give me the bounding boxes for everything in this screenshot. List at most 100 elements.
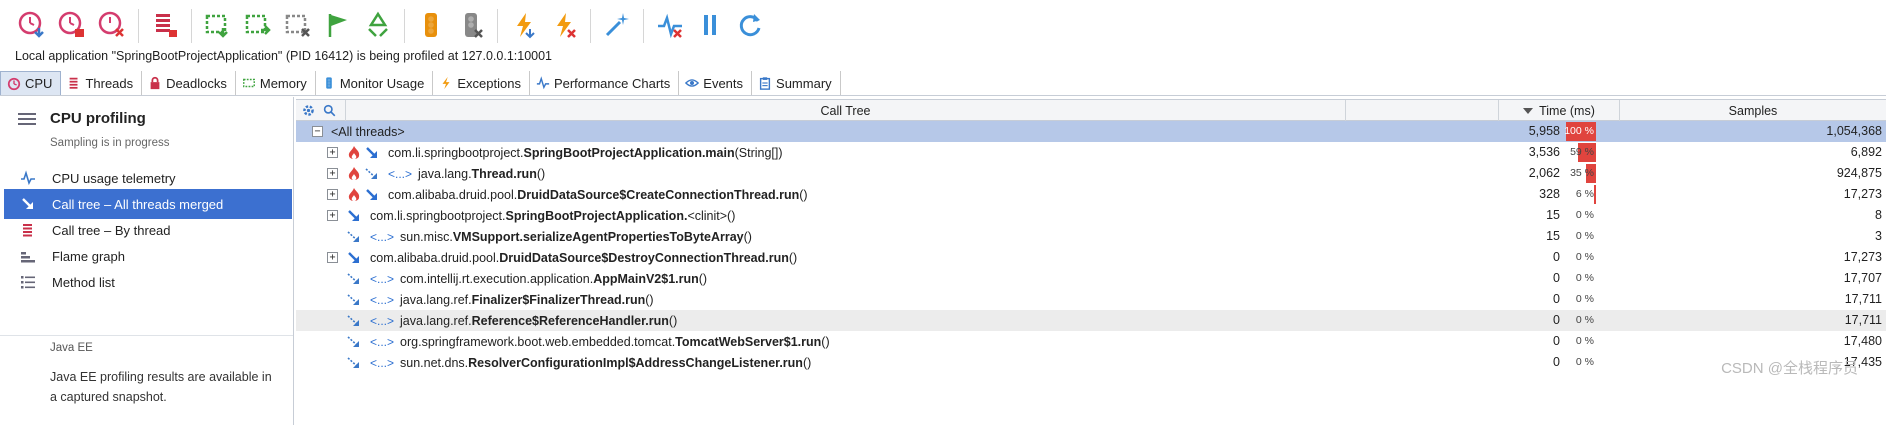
- column-label: Call Tree: [820, 103, 871, 118]
- thread-dump-button[interactable]: [145, 4, 185, 48]
- table-row[interactable]: + com.alibaba.druid.pool.DruidDataSource$…: [296, 184, 1886, 205]
- percentage-bar: 0 %: [1566, 268, 1596, 289]
- percentage-label: 0 %: [1575, 272, 1594, 284]
- thread-link-icon: [346, 334, 362, 350]
- method-name: com.li.springbootproject.SpringBootProje…: [388, 146, 783, 160]
- table-row[interactable]: + <...> java.lang.Thread.run() 2,062 35 % 924…: [296, 163, 1886, 184]
- expand-icon[interactable]: +: [327, 189, 338, 200]
- table-row[interactable]: + com.li.springbootproject.SpringBootProj…: [296, 205, 1886, 226]
- snapshot-delete-button[interactable]: [278, 4, 318, 48]
- hot-spot-flame-icon: [346, 187, 362, 203]
- collapse-icon[interactable]: −: [312, 126, 323, 137]
- thread-ref-link[interactable]: <...>: [370, 356, 394, 370]
- tab-label: Memory: [259, 75, 307, 91]
- telemetry-off-button[interactable]: [650, 4, 690, 48]
- time-cell: 3,536: [1528, 145, 1560, 159]
- expand-icon[interactable]: +: [327, 252, 338, 263]
- trigger-icon: [509, 10, 539, 43]
- tab-memory[interactable]: Memory: [236, 71, 316, 95]
- method-class-name: <All threads>: [331, 124, 405, 139]
- samples-cell: 3: [1875, 229, 1882, 243]
- traffic-light-icon: [322, 76, 336, 90]
- refresh-button[interactable]: [730, 4, 770, 48]
- table-row[interactable]: <...> sun.misc.VMSupport.serializeAgentPr…: [296, 226, 1886, 247]
- method-name: com.intellij.rt.execution.application.Ap…: [400, 272, 707, 286]
- tab-events[interactable]: Events: [679, 71, 753, 95]
- expand-icon[interactable]: +: [327, 168, 338, 179]
- telemetry-off-icon: [655, 10, 685, 43]
- traffic-light-button[interactable]: [411, 4, 451, 48]
- expand-icon[interactable]: +: [327, 147, 338, 158]
- method-class-name: Thread.run: [471, 166, 537, 181]
- search-icon[interactable]: [323, 104, 336, 117]
- table-row[interactable]: <...> java.lang.ref.Reference$ReferenceHa…: [296, 310, 1886, 331]
- thread-ref-link[interactable]: <...>: [370, 314, 394, 328]
- thread-ref-link[interactable]: <...>: [370, 272, 394, 286]
- toolbar-separator: [191, 9, 192, 43]
- expand-icon[interactable]: +: [327, 210, 338, 221]
- method-name: com.alibaba.druid.pool.DruidDataSource$C…: [388, 188, 808, 202]
- toolbar-separator: [404, 9, 405, 43]
- pulse-icon: [18, 169, 38, 187]
- method-class-name: Reference$ReferenceHandler.run: [471, 313, 669, 328]
- tab-exceptions[interactable]: Exceptions: [433, 71, 530, 95]
- tab-threads[interactable]: Threads: [61, 71, 143, 95]
- thread-ref-link[interactable]: <...>: [370, 230, 394, 244]
- trigger-button[interactable]: [504, 4, 544, 48]
- table-row[interactable]: + com.li.springbootproject.SpringBootProj…: [296, 142, 1886, 163]
- cpu-recording-stop-button[interactable]: [52, 4, 92, 48]
- node-icons: [346, 334, 364, 350]
- method-package: sun.misc.: [400, 229, 453, 244]
- tab-deadlocks[interactable]: Deadlocks: [142, 71, 236, 95]
- method-signature: (): [645, 292, 654, 307]
- percentage-bar: 0 %: [1566, 331, 1596, 352]
- percentage-bar: 0 %: [1566, 289, 1596, 310]
- column-header-call-tree[interactable]: Call Tree: [346, 100, 1346, 121]
- node-icons: [346, 292, 364, 308]
- table-row[interactable]: <...> com.intellij.rt.execution.applicati…: [296, 268, 1886, 289]
- samples-cell: 17,711: [1844, 313, 1882, 327]
- method-signature: (): [536, 166, 546, 181]
- menu-icon[interactable]: [18, 113, 36, 125]
- column-header-time[interactable]: Time (ms): [1498, 100, 1620, 121]
- mark-flag-button[interactable]: [318, 4, 358, 48]
- tab-performance-charts[interactable]: Performance Charts: [530, 71, 680, 95]
- thread-ref-link[interactable]: <...>: [370, 335, 394, 349]
- snapshot-export-button[interactable]: [238, 4, 278, 48]
- sidebar-item-label: CPU usage telemetry: [52, 170, 176, 186]
- table-row[interactable]: <...> sun.net.dns.ResolverConfigurationIm…: [296, 352, 1886, 373]
- samples-cell: 17,711: [1844, 292, 1882, 306]
- call-tree-cell: <...> sun.net.dns.ResolverConfigurationIm…: [342, 352, 811, 373]
- cpu-recording-stop-icon: [57, 10, 87, 43]
- cpu-sidebar: CPU profiling Sampling is in progress CP…: [0, 97, 294, 425]
- threads-icon: [67, 76, 81, 90]
- traffic-light-off-button[interactable]: [451, 4, 491, 48]
- cpu-recording-clear-button[interactable]: [92, 4, 132, 48]
- settings-icon[interactable]: [302, 104, 315, 117]
- percentage-bar: 100 %: [1564, 121, 1596, 142]
- table-row[interactable]: <...> org.springframework.boot.web.embedd…: [296, 331, 1886, 352]
- table-row[interactable]: + com.alibaba.druid.pool.DruidDataSource$…: [296, 247, 1886, 268]
- tab-cpu[interactable]: CPU: [0, 71, 62, 95]
- table-row[interactable]: <...> java.lang.ref.Finalizer$FinalizerTh…: [296, 289, 1886, 310]
- garbage-collect-button[interactable]: [358, 4, 398, 48]
- tab-monitor-usage[interactable]: Monitor Usage: [316, 71, 434, 95]
- method-class-name: Finalizer$FinalizerThread.run: [471, 292, 646, 307]
- snapshot-save-button[interactable]: [198, 4, 238, 48]
- samples-cell: 8: [1875, 208, 1882, 222]
- cpu-recording-start-button[interactable]: [12, 4, 52, 48]
- magic-wand-button[interactable]: [597, 4, 637, 48]
- sidebar-section-note: Java EE profiling results are available …: [50, 370, 272, 404]
- sidebar-item-method-list[interactable]: Method list: [4, 267, 292, 297]
- call-tree-cell: − <All threads>: [312, 121, 405, 142]
- thread-ref-link[interactable]: <...>: [388, 167, 412, 181]
- column-header-samples[interactable]: Samples: [1620, 100, 1886, 121]
- table-row[interactable]: − <All threads> 5,958 100 % 1,054,368: [296, 121, 1886, 142]
- pause-button[interactable]: [690, 4, 730, 48]
- trigger-delete-button[interactable]: [544, 4, 584, 48]
- thread-ref-link[interactable]: <...>: [370, 293, 394, 307]
- method-name: org.springframework.boot.web.embedded.to…: [400, 335, 830, 349]
- toolbar-separator: [138, 9, 139, 43]
- tab-summary[interactable]: Summary: [752, 71, 841, 95]
- thread-link-icon: [346, 313, 362, 329]
